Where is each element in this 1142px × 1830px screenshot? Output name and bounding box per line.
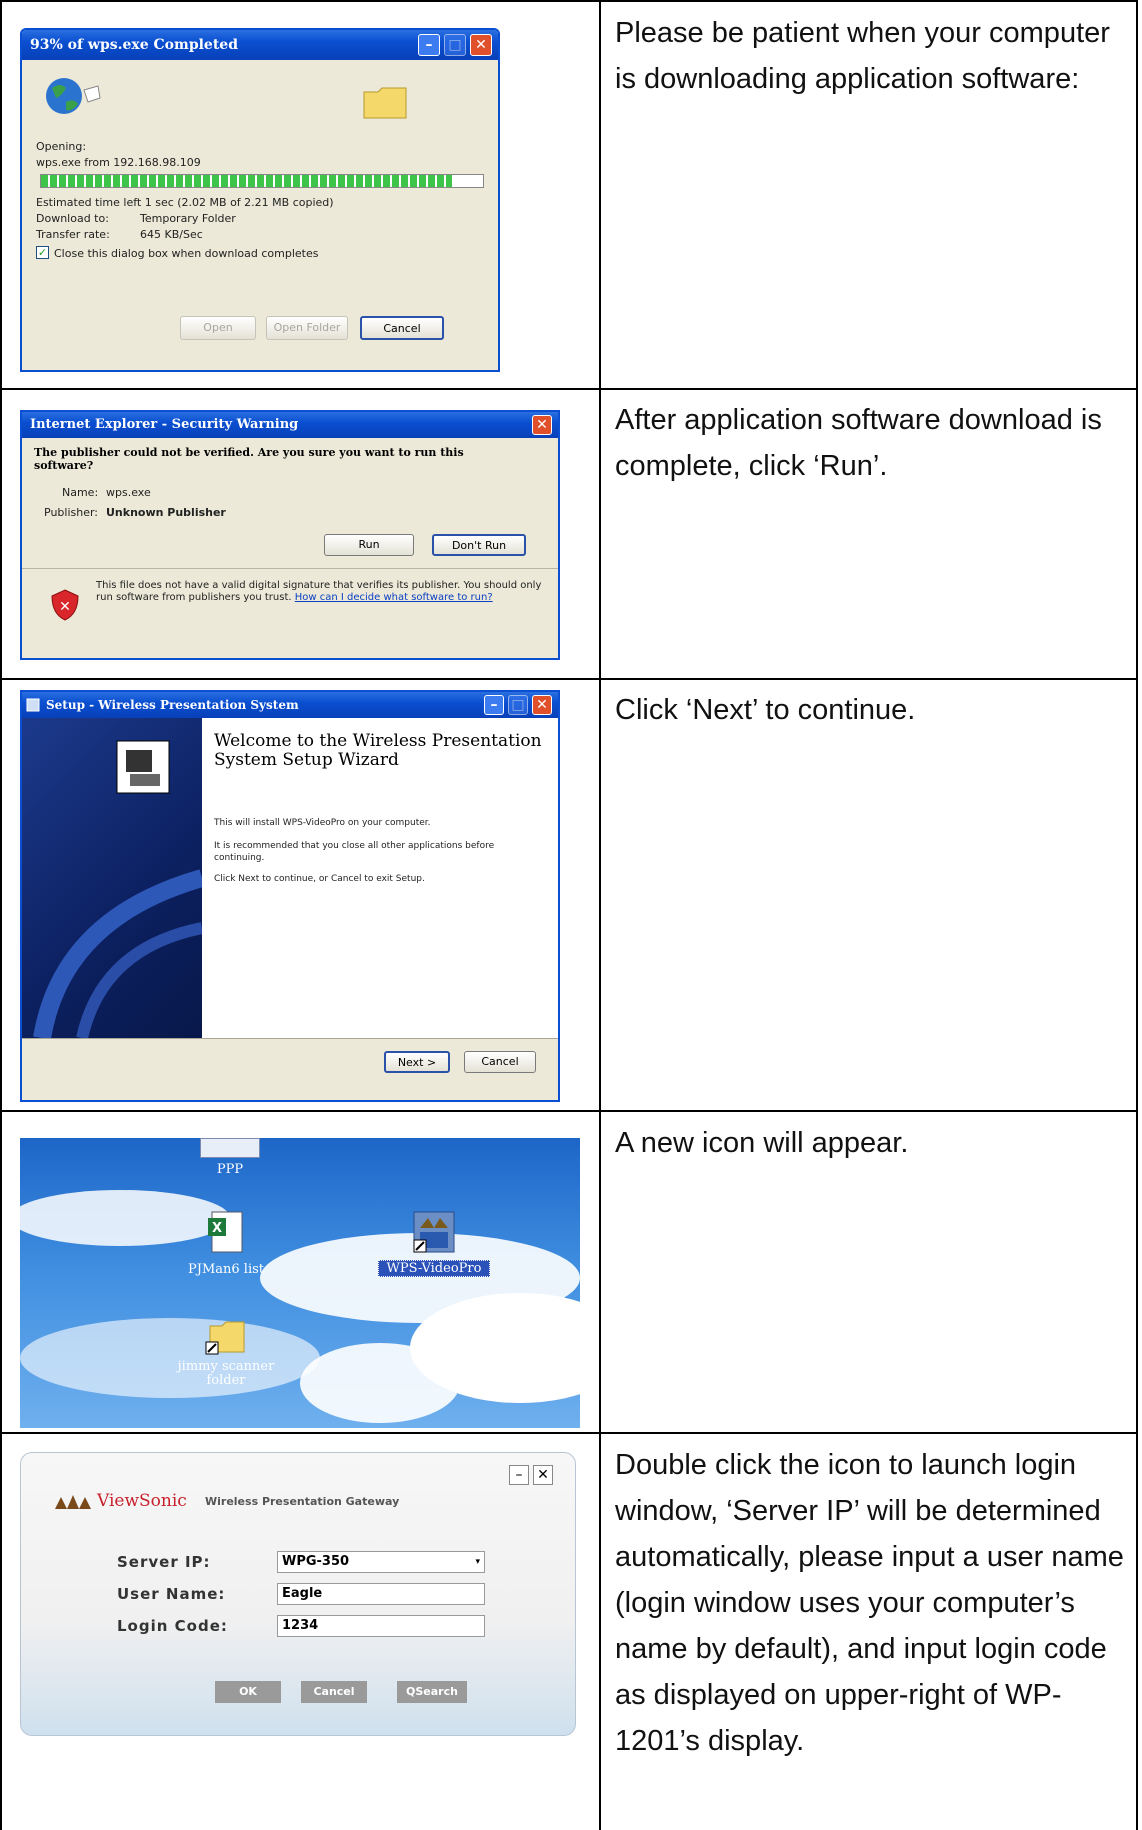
setup-icon (26, 698, 40, 712)
close-icon[interactable]: ✕ (533, 1465, 553, 1485)
wizard-line-1: This will install WPS-VideoPro on your c… (214, 818, 431, 828)
estimated-time: Estimated time left 1 sec (2.02 MB of 2.… (36, 196, 334, 209)
open-folder-button[interactable]: Open Folder (266, 316, 348, 340)
how-to-decide-link[interactable]: How can I decide what software to run? (295, 592, 493, 603)
search-button-label: Search (415, 1685, 458, 1698)
close-icon[interactable]: ✕ (532, 415, 552, 435)
cancel-button[interactable]: Cancel (464, 1051, 536, 1073)
dialog-title-bar: 93% of wps.exe Completed – □ ✕ (22, 30, 498, 60)
maximize-icon[interactable]: □ (444, 34, 466, 56)
publisher-label: Publisher: (44, 506, 99, 519)
row-divider (0, 1110, 1138, 1112)
wps-videopro-label: WPS-VideoPro (378, 1260, 490, 1277)
progress-bar (40, 174, 484, 188)
row-divider (0, 388, 1138, 390)
dialog-title-bar: Setup - Wireless Presentation System – □… (22, 692, 558, 718)
folder-icon (363, 87, 407, 119)
publisher-value: Unknown Publisher (106, 506, 226, 519)
download-to-label: Download to: (36, 212, 109, 225)
row-2-description: After application software download is c… (615, 404, 1102, 482)
cloud-background (20, 1190, 580, 1423)
ppp-label: PPP (216, 1162, 244, 1177)
row-divider (0, 678, 1138, 680)
name-label: Name: (62, 486, 99, 499)
warning-message: This file does not have a valid digital … (96, 580, 546, 604)
brand-name: ViewSonic (97, 1491, 187, 1511)
server-ip-value: WPG-350 (282, 1554, 350, 1569)
wizard-line-3: Click Next to continue, or Cancel to exi… (214, 874, 425, 884)
excel-file-icon[interactable]: X (206, 1210, 246, 1254)
wizard-button-bar: Next > Cancel (22, 1038, 558, 1100)
minimize-icon[interactable]: – (484, 695, 504, 715)
search-button[interactable]: QSearch (397, 1681, 467, 1703)
transfer-rate-label: Transfer rate: (36, 228, 110, 241)
name-value: wps.exe (106, 486, 151, 499)
minimize-icon[interactable]: – (509, 1465, 529, 1485)
next-button[interactable]: Next > (384, 1051, 450, 1073)
dialog-title: Setup - Wireless Presentation System (46, 698, 299, 712)
svg-text:X: X (212, 1221, 222, 1236)
user-name-label: User Name: (117, 1585, 226, 1603)
wizard-side-panel (22, 718, 202, 1038)
dont-run-button[interactable]: Don't Run (432, 534, 526, 556)
dialog-title: Internet Explorer - Security Warning (30, 417, 299, 432)
security-question: The publisher could not be verified. Are… (34, 446, 464, 472)
setup-wizard-dialog: Setup - Wireless Presentation System – □… (20, 690, 560, 1102)
close-icon[interactable]: ✕ (532, 695, 552, 715)
security-warning-dialog: Internet Explorer - Security Warning ✕ T… (20, 410, 560, 660)
progress-fill (41, 175, 453, 187)
wizard-line-2: It is recommended that you close all oth… (214, 841, 495, 863)
viewsonic-login-window: – ✕ ViewSonic Wireless Presentation Gate… (20, 1452, 576, 1736)
file-source: wps.exe from 192.168.98.109 (36, 156, 201, 169)
server-ip-label: Server IP: (117, 1553, 211, 1571)
ppp-icon[interactable] (200, 1138, 260, 1158)
row-4-description: A new icon will appear. (615, 1127, 909, 1159)
jimmy-scanner-folder-label: jimmy scanner folder (177, 1359, 275, 1388)
wizard-content: Welcome to the Wireless Presentation Sys… (202, 718, 558, 1038)
login-code-label: Login Code: (117, 1617, 228, 1635)
chevron-down-icon[interactable]: ▾ (475, 1552, 480, 1572)
server-ip-select[interactable]: WPG-350 ▾ (277, 1551, 485, 1573)
row-5-description: Double click the icon to launch login wi… (615, 1449, 1124, 1757)
cancel-button[interactable]: Cancel (360, 316, 444, 340)
dialog-title-bar: Internet Explorer - Security Warning ✕ (22, 412, 558, 438)
wizard-graphic (33, 869, 202, 1038)
cancel-button[interactable]: Cancel (301, 1681, 367, 1703)
row-1-description: Please be patient when your computer is … (615, 17, 1110, 95)
maximize-icon[interactable]: □ (508, 695, 528, 715)
wps-videopro-icon[interactable] (412, 1210, 456, 1254)
login-code-input[interactable]: 1234 (277, 1615, 485, 1637)
svg-text:✕: ✕ (59, 599, 71, 615)
close-when-done-label: Close this dialog box when download comp… (54, 247, 319, 260)
column-divider (599, 0, 601, 1830)
close-icon[interactable]: ✕ (470, 34, 492, 56)
row-divider (0, 1432, 1138, 1434)
opening-label: Opening: (36, 140, 87, 153)
download-progress-dialog: 93% of wps.exe Completed – □ ✕ Opening: … (20, 28, 500, 372)
globe-icon (46, 78, 101, 114)
close-when-done-checkbox[interactable]: ✓ (36, 246, 49, 259)
ok-button[interactable]: OK (215, 1681, 281, 1703)
minimize-icon[interactable]: – (418, 34, 440, 56)
shield-icon: ✕ (51, 589, 79, 621)
product-name: Wireless Presentation Gateway (205, 1495, 400, 1508)
user-name-input[interactable]: Eagle (277, 1583, 485, 1605)
separator (22, 568, 558, 569)
download-to-value: Temporary Folder (140, 212, 236, 225)
run-button[interactable]: Run (324, 534, 414, 556)
desktop-screenshot: PPP X PJMan6 list WPS-VideoPro jimmy sca… (20, 1138, 580, 1428)
pjman6-list-label: PJMan6 list (187, 1262, 264, 1277)
folder-shortcut-icon[interactable] (204, 1318, 248, 1358)
wizard-heading: Welcome to the Wireless Presentation Sys… (214, 731, 542, 770)
search-icon: Q (406, 1685, 416, 1698)
viewsonic-birds-logo (55, 1495, 91, 1509)
dialog-title: 93% of wps.exe Completed (30, 37, 238, 53)
transfer-rate-value: 645 KB/Sec (140, 228, 203, 241)
open-button[interactable]: Open (180, 316, 256, 340)
row-3-description: Click ‘Next’ to continue. (615, 694, 916, 726)
computer-box-icon (116, 740, 170, 794)
